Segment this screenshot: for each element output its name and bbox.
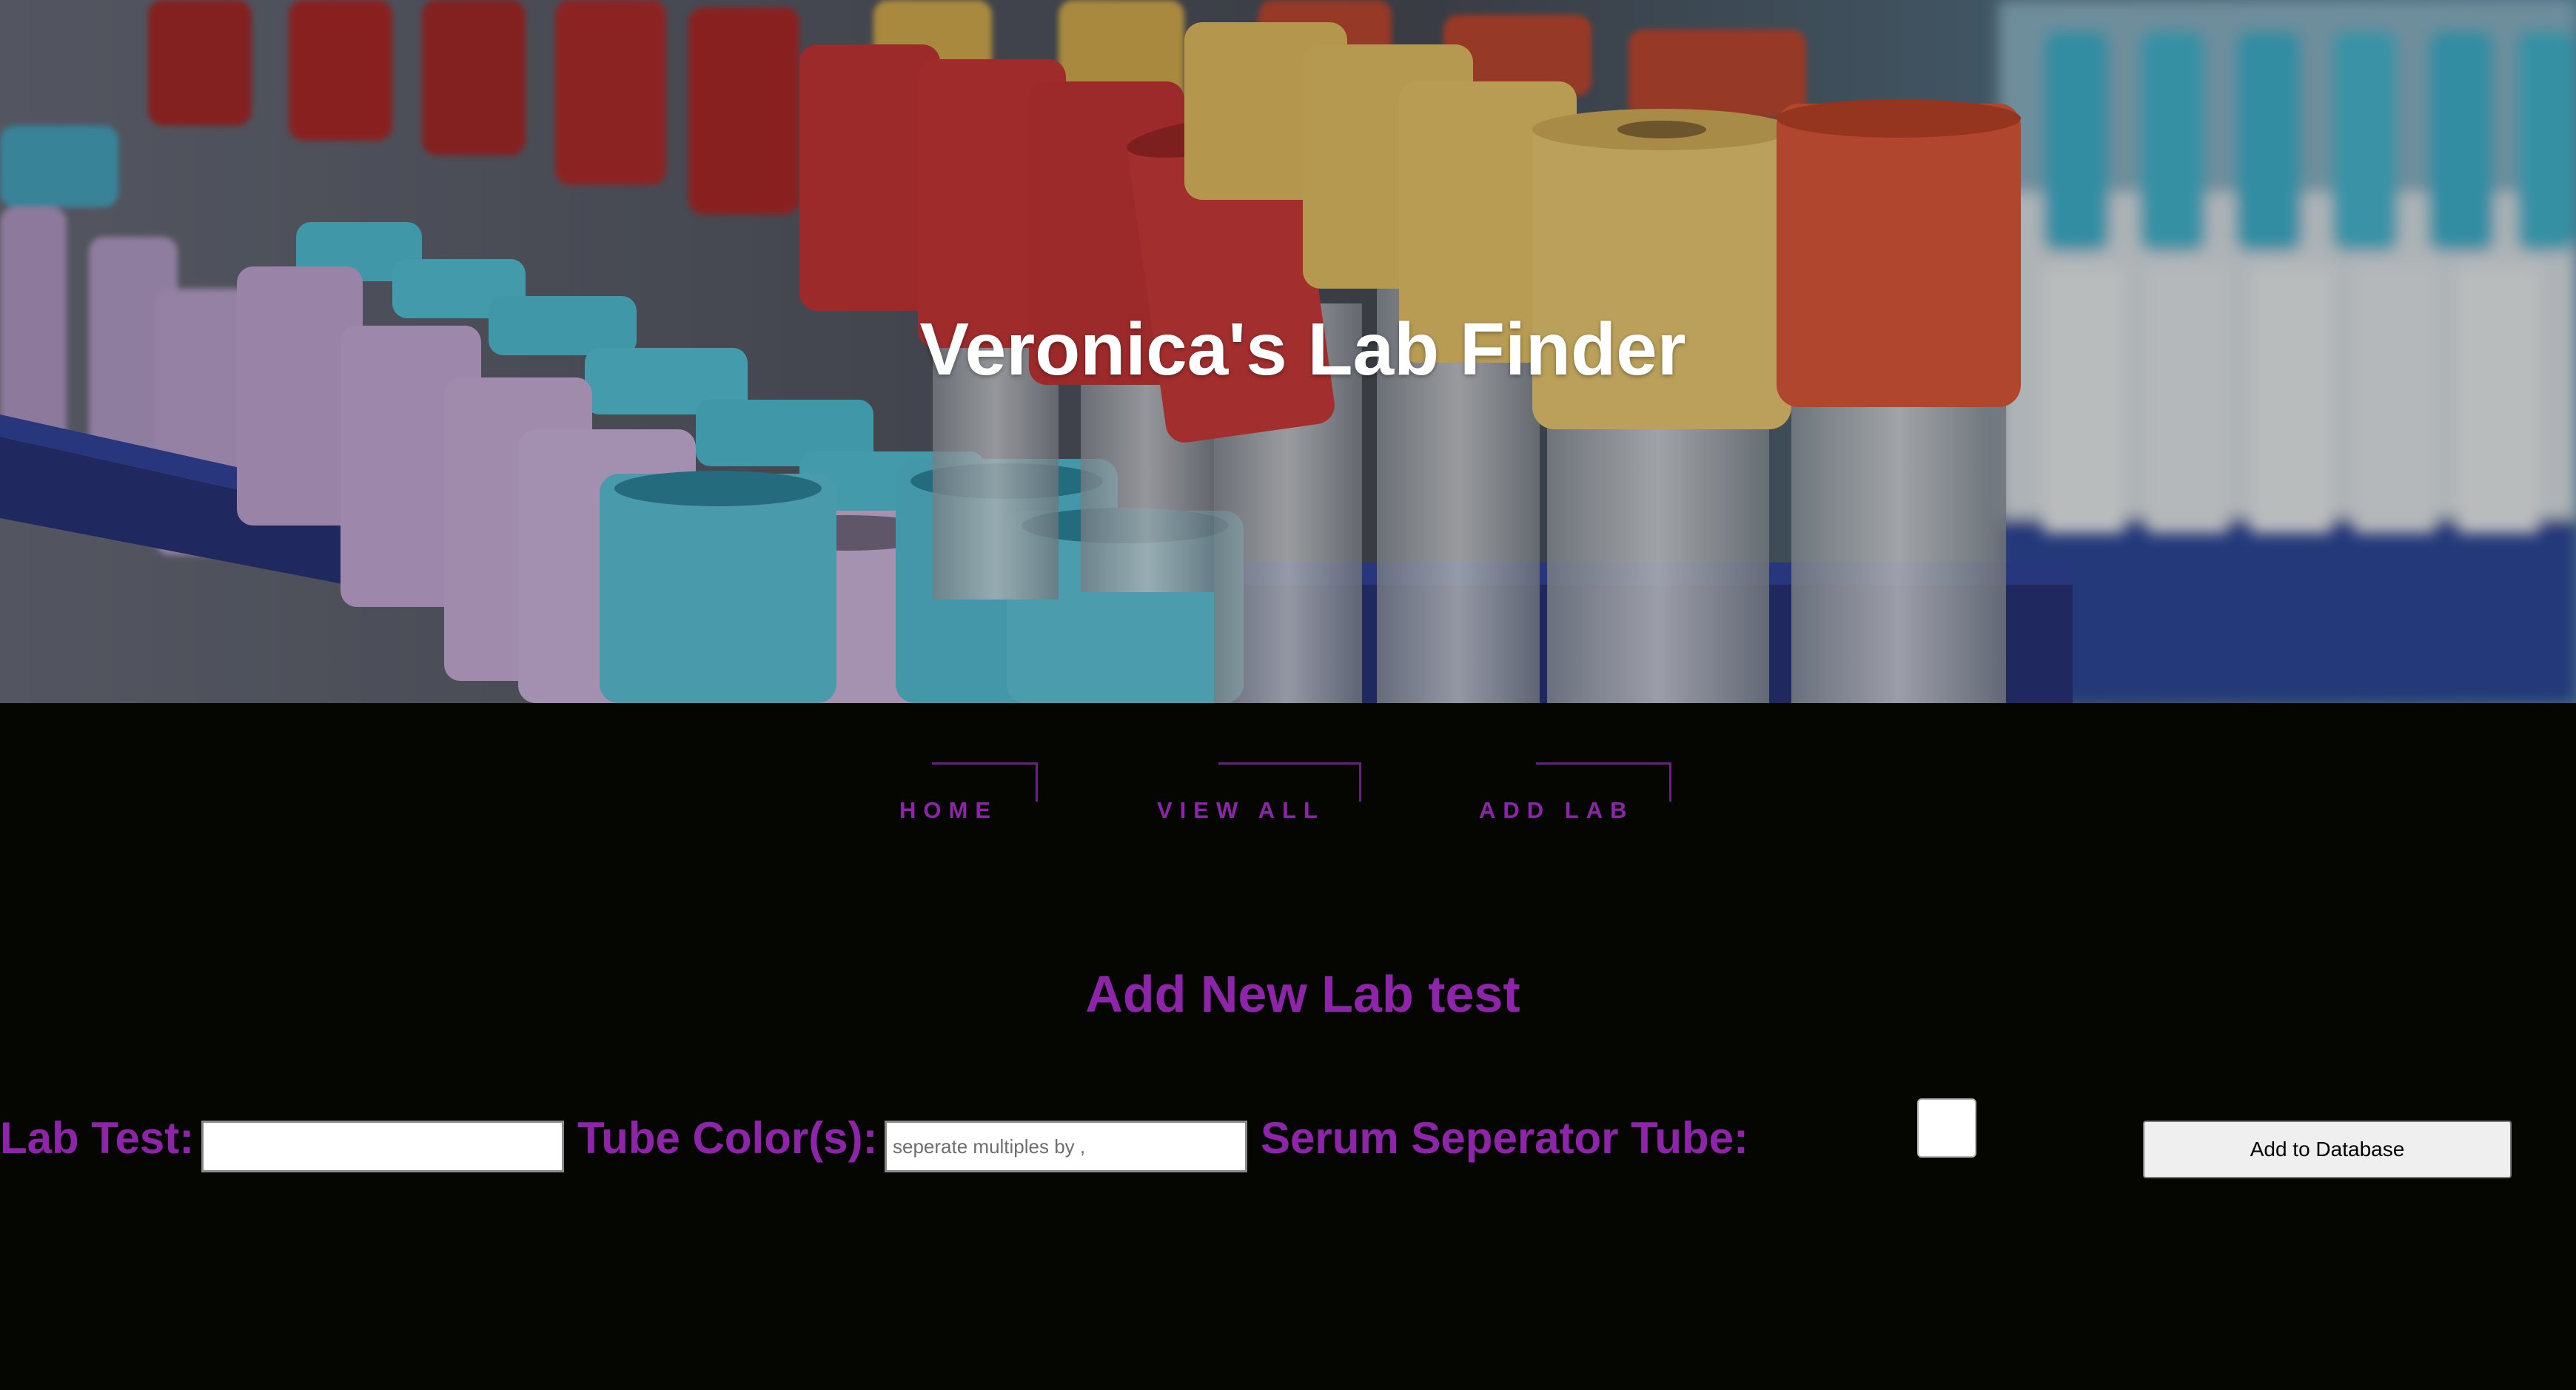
nav-add-lab-link[interactable]: ADD LAB xyxy=(1479,762,1671,827)
tube-color-input[interactable] xyxy=(885,1121,1247,1172)
serum-separator-checkbox[interactable] xyxy=(1917,1098,1976,1158)
nav-home-label: HOME xyxy=(899,797,998,823)
nav-corner-decoration xyxy=(932,762,1038,802)
page: Veronica's Lab Finder HOME VIEW ALL ADD … xyxy=(0,0,2576,1390)
serum-separator-label: Serum Seperator Tube: xyxy=(1261,1113,1749,1163)
lab-test-label: Lab Test: xyxy=(0,1113,195,1163)
hero-banner: Veronica's Lab Finder xyxy=(0,0,2576,703)
page-title: Veronica's Lab Finder xyxy=(919,308,1686,391)
lab-test-input[interactable] xyxy=(201,1121,564,1172)
nav-add-lab-label: ADD LAB xyxy=(1479,797,1634,823)
nav-home-link[interactable]: HOME xyxy=(899,762,1038,827)
nav-corner-decoration xyxy=(1536,762,1671,802)
form-title: Add New Lab test xyxy=(1085,965,1520,1023)
nav-view-all-label: VIEW ALL xyxy=(1157,797,1325,823)
tube-color-label: Tube Color(s): xyxy=(577,1113,878,1163)
nav-view-all-link[interactable]: VIEW ALL xyxy=(1157,762,1361,827)
nav-corner-decoration xyxy=(1218,762,1361,802)
add-to-database-button[interactable]: Add to Database xyxy=(2143,1121,2512,1178)
